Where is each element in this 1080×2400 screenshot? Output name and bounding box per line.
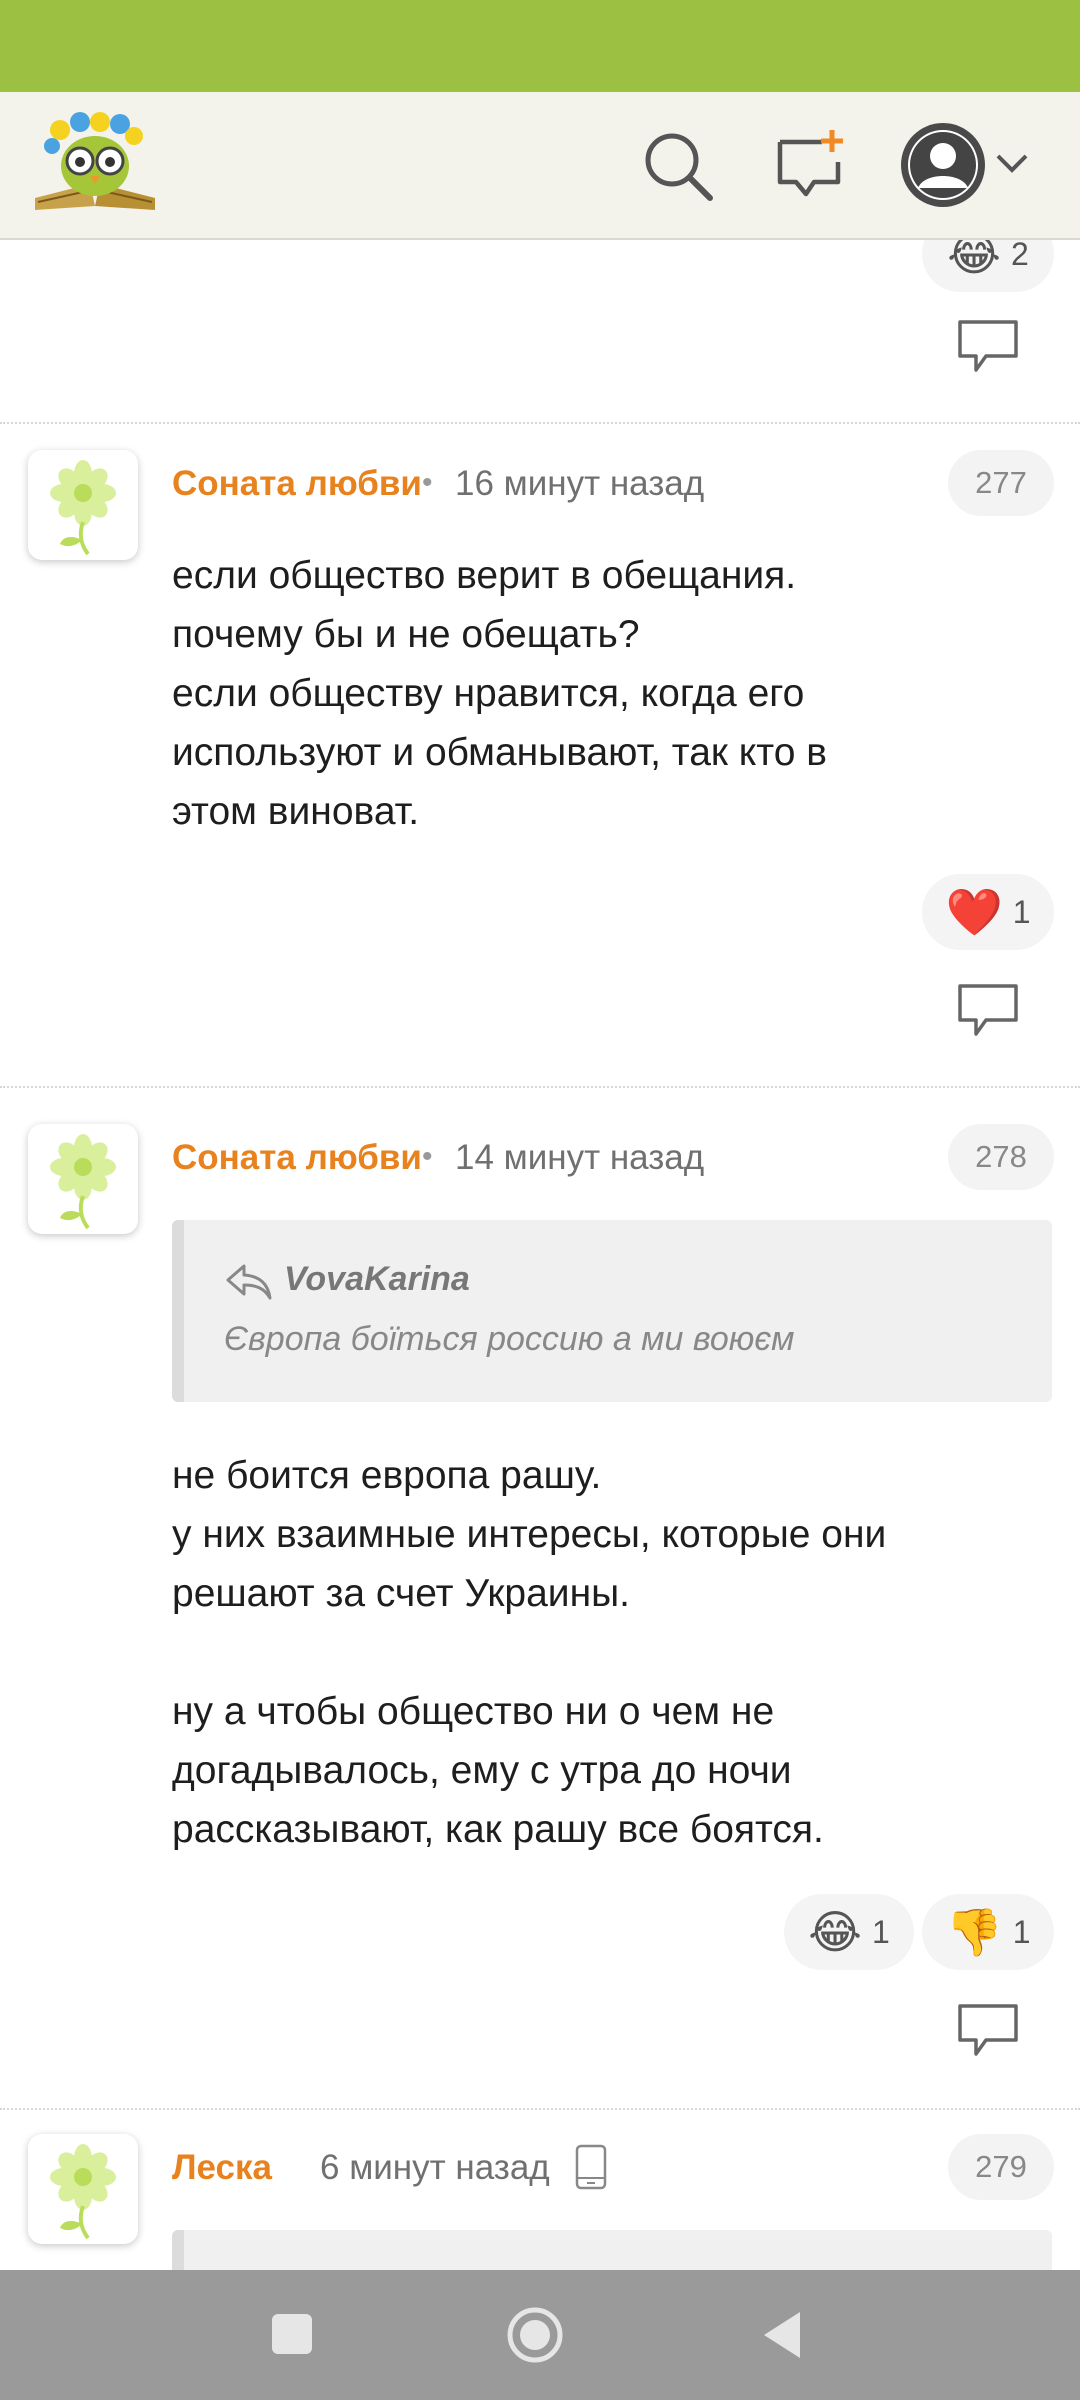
heart-icon: ❤️ [945, 886, 1003, 938]
reaction-count: 2 [1010, 240, 1029, 272]
comment-number[interactable]: 279 [948, 2134, 1054, 2200]
quoted-comment[interactable]: VovaKarina Європа боїться россию а ми во… [172, 1220, 1052, 1402]
avatar[interactable] [28, 1124, 138, 1234]
reaction-heart[interactable]: ❤️ 1 [922, 874, 1054, 950]
reply-icon[interactable] [956, 316, 1020, 376]
recent-apps-icon[interactable] [270, 2312, 314, 2356]
comment-time: 16 минут назад [455, 464, 705, 503]
add-comment-icon[interactable] [772, 128, 848, 204]
laughing-icon: 😂 [808, 1906, 862, 1958]
app-header [0, 92, 1080, 240]
reaction-laughing[interactable]: 😂 1 [784, 1894, 914, 1970]
separator-dot: • [422, 1140, 433, 1173]
separator-dot: • [422, 466, 433, 499]
thumbs-down-icon: 👎 [945, 1906, 1003, 1958]
divider [0, 1086, 1080, 1088]
laughing-icon: 😂 [947, 240, 1001, 280]
mobile-device-icon [575, 2144, 607, 2190]
divider [0, 2108, 1080, 2110]
reaction-count: 1 [1012, 1913, 1031, 1950]
back-icon[interactable] [758, 2308, 804, 2362]
reaction-laughing[interactable]: 😂 2 [922, 240, 1054, 292]
home-icon[interactable] [506, 2306, 564, 2364]
reply-arrow-icon [226, 1264, 272, 1300]
reaction-count: 1 [1012, 893, 1031, 930]
reply-icon[interactable] [956, 980, 1020, 1040]
comment-author[interactable]: Леска [172, 2148, 272, 2188]
quote-text: Європа боїться россию а ми воюєм [224, 1320, 795, 1358]
divider [0, 422, 1080, 424]
comment-author[interactable]: Соната любви [172, 1138, 422, 1178]
avatar[interactable] [28, 2134, 138, 2244]
user-avatar-icon[interactable] [898, 120, 988, 210]
comment-body: если общество верит в обещания. почему б… [172, 554, 827, 833]
avatar[interactable] [28, 450, 138, 560]
comment-author[interactable]: Соната любви [172, 464, 422, 504]
reply-icon[interactable] [956, 2000, 1020, 2060]
quoted-comment[interactable] [172, 2230, 1052, 2270]
system-nav-bar [0, 2270, 1080, 2400]
reaction-thumbs-down[interactable]: 👎 1 [922, 1894, 1054, 1970]
status-bar [0, 0, 1080, 92]
comment-number[interactable]: 278 [948, 1124, 1054, 1190]
reaction-count: 1 [871, 1913, 890, 1950]
owl-logo-icon[interactable] [30, 106, 160, 216]
comment-body: не боится европа рашу. у них взаимные ин… [172, 1454, 887, 1851]
chevron-down-icon[interactable] [992, 144, 1032, 184]
comment-time: 6 минут назад [320, 2148, 550, 2187]
comment-number[interactable]: 277 [948, 450, 1054, 516]
quote-author: VovaKarina [284, 1260, 470, 1298]
search-icon[interactable] [640, 128, 716, 204]
comments-feed: 😂 2 Соната любви • 16 минут назад 277 ес… [0, 240, 1080, 2270]
comment-time: 14 минут назад [455, 1138, 705, 1177]
